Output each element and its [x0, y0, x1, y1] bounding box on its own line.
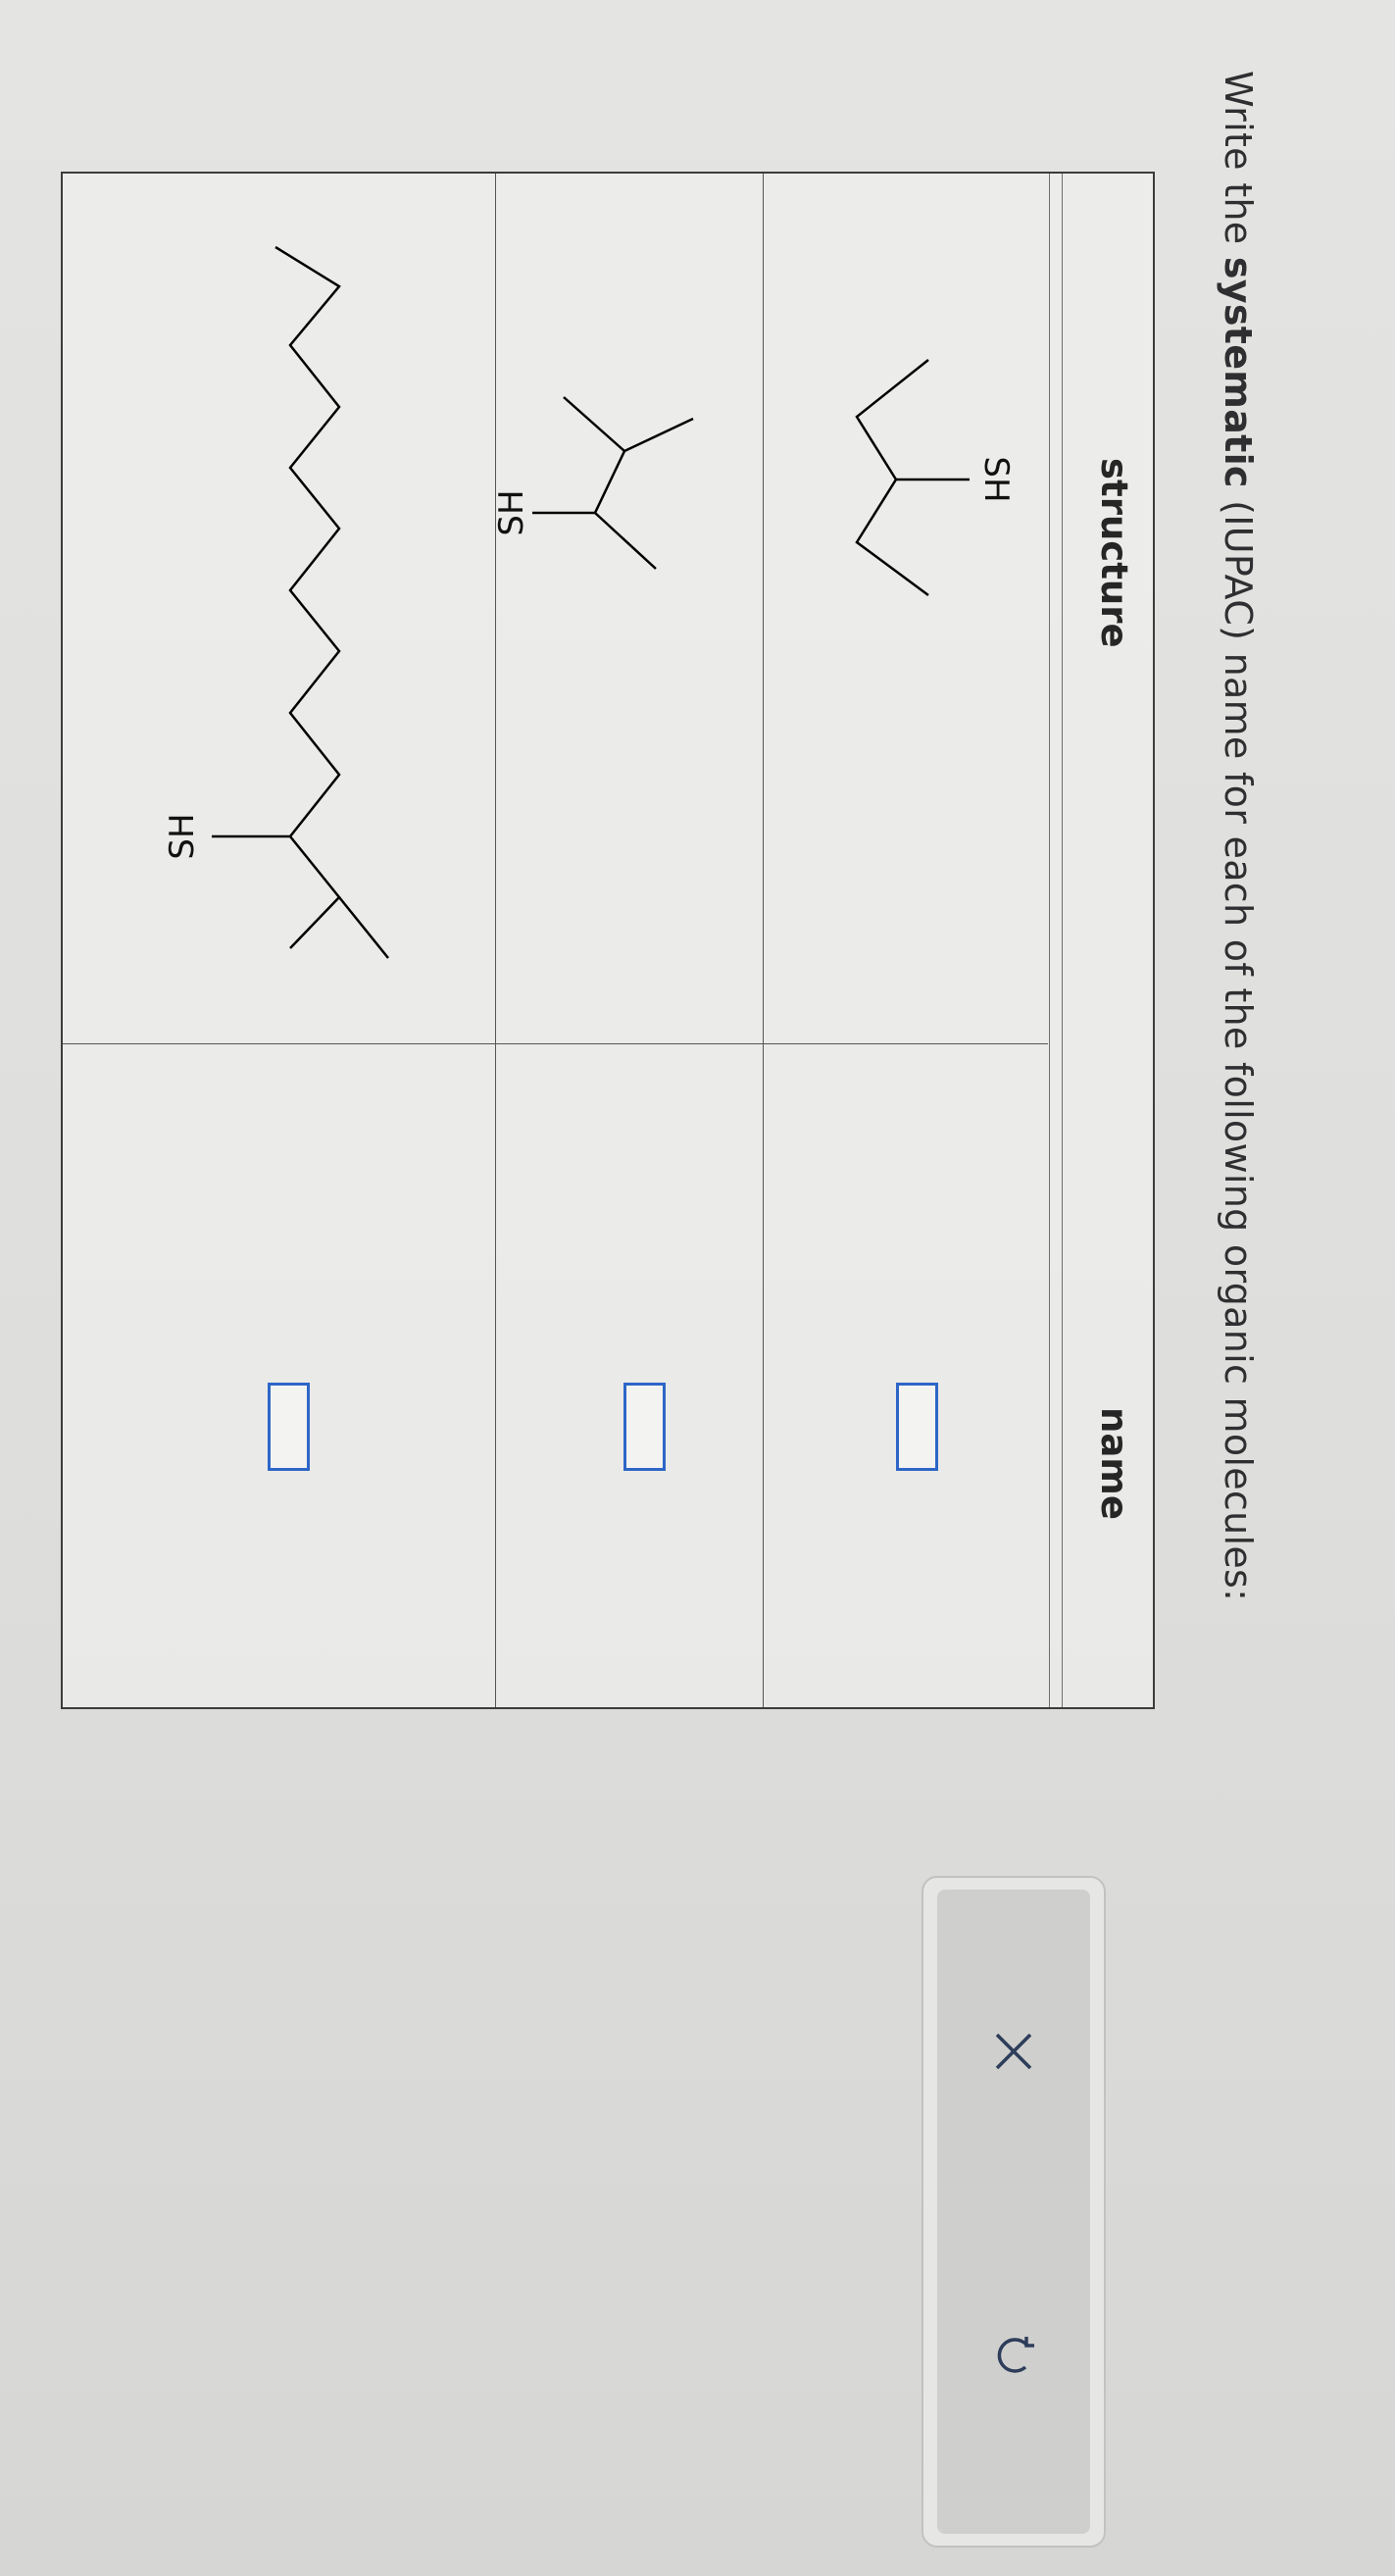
- name-input-2[interactable]: [626, 1386, 663, 1468]
- structure-column-header: structure: [1093, 458, 1135, 648]
- question-text: Write the systematic (IUPAC) name for ea…: [1217, 71, 1260, 1601]
- molecule-1-chain-left: [855, 359, 929, 480]
- name-answer-box-2[interactable]: [623, 1383, 666, 1471]
- molecule-3-ethyl-branch: [338, 896, 389, 959]
- name-input-3[interactable]: [271, 1386, 307, 1468]
- name-input-1[interactable]: [899, 1386, 935, 1468]
- screen: Write the systematic (IUPAC) name for ea…: [0, 0, 1395, 2576]
- answer-toolbar-inner: [937, 1890, 1090, 2534]
- name-column-header: name: [1093, 1407, 1135, 1520]
- molecule-2-chain: [563, 396, 657, 570]
- question-table: structure name SH SH SH: [61, 172, 1155, 1709]
- name-answer-box-3[interactable]: [268, 1383, 310, 1471]
- table-row-3: SH: [61, 174, 496, 1707]
- table-row-2: SH: [495, 174, 764, 1707]
- undo-button[interactable]: [937, 2292, 1090, 2419]
- column-divider: [63, 1043, 1048, 1044]
- table-header: structure name: [1062, 174, 1153, 1707]
- molecule-structure-2: SH: [496, 396, 694, 570]
- molecule-structure-3: SH: [163, 245, 389, 959]
- molecule-3-sh-label: SH: [163, 813, 202, 859]
- molecule-1-sh-label: SH: [976, 456, 1016, 502]
- molecule-2-sh-label: SH: [496, 489, 531, 535]
- name-answer-box-1[interactable]: [896, 1383, 938, 1471]
- undo-icon: [997, 2337, 1034, 2373]
- molecule-2-methyl-bond: [623, 417, 694, 453]
- clear-button[interactable]: [937, 1988, 1090, 2115]
- rotated-content: Write the systematic (IUPAC) name for ea…: [0, 0, 1395, 2576]
- molecule-3-main-chain: [274, 245, 341, 949]
- table-row-1: SH: [763, 174, 1048, 1707]
- question-prefix: Write the: [1217, 71, 1260, 257]
- answer-toolbar: [922, 1876, 1106, 2548]
- molecule-1-chain-right: [855, 479, 929, 597]
- x-icon: [995, 2033, 1032, 2070]
- molecule-structure-1: SH: [855, 359, 1016, 597]
- question-keyword: systematic: [1217, 256, 1260, 488]
- question-suffix: (IUPAC) name for each of the following o…: [1217, 487, 1260, 1602]
